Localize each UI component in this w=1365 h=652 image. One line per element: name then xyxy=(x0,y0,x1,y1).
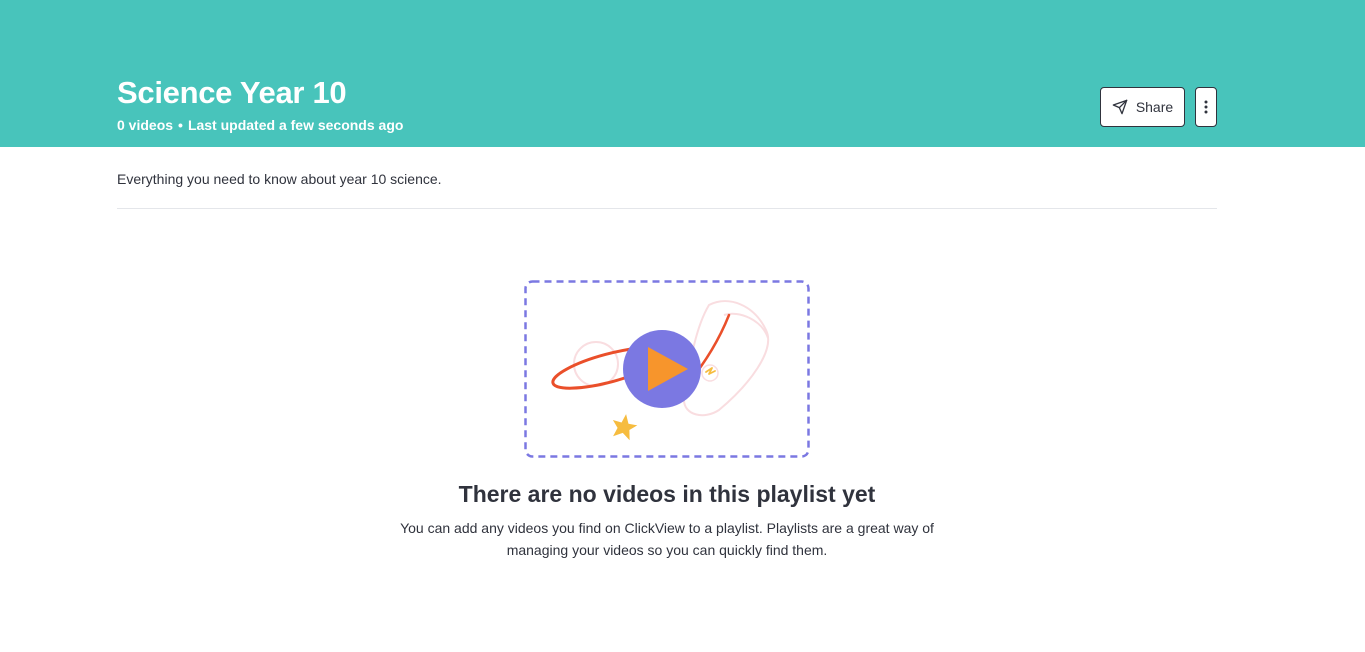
playlist-meta: 0 videos • Last updated a few seconds ago xyxy=(117,116,403,134)
meta-separator: • xyxy=(178,117,183,133)
playlist-header: Science Year 10 0 videos • Last updated a … xyxy=(0,0,1365,147)
sparkle-icon xyxy=(705,367,716,375)
share-button[interactable]: Share xyxy=(1100,87,1185,127)
send-icon xyxy=(1112,99,1128,115)
star-icon xyxy=(612,414,638,441)
share-button-label: Share xyxy=(1135,99,1174,115)
last-updated: Last updated a few seconds ago xyxy=(187,117,404,133)
video-count: 0 videos xyxy=(117,117,174,133)
more-options-button[interactable] xyxy=(1195,87,1217,127)
empty-playlist-illustration xyxy=(524,280,810,458)
empty-state-title: There are no videos in this playlist yet xyxy=(458,481,876,507)
playlist-description: Everything you need to know about year 1… xyxy=(117,171,442,187)
divider xyxy=(117,208,1217,209)
more-vertical-icon xyxy=(1204,100,1208,114)
page-title: Science Year 10 xyxy=(117,75,347,110)
empty-state-message: You can add any videos you find on Click… xyxy=(400,520,934,558)
